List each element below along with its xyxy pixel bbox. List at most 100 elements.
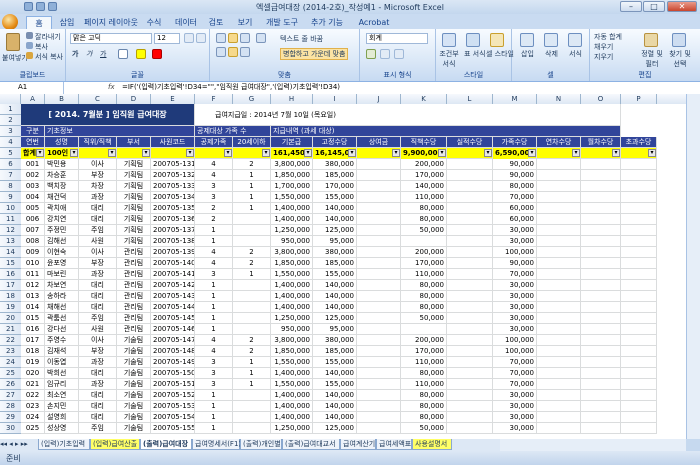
paste-icon[interactable] [6, 33, 20, 51]
table-cell[interactable]: 200705-150 [151, 368, 195, 379]
delete-cells-icon[interactable] [544, 33, 558, 47]
filter-cell[interactable]: ▾ [357, 148, 401, 159]
table-cell[interactable]: 200,000 [401, 247, 447, 258]
table-cell[interactable]: 관리팀 [117, 258, 151, 269]
table-cell[interactable]: 110,000 [401, 192, 447, 203]
table-cell[interactable] [447, 313, 493, 324]
column-header[interactable]: F [195, 94, 233, 104]
table-cell[interactable]: 주임 [79, 423, 117, 434]
table-cell[interactable]: 018 [21, 346, 45, 357]
table-cell[interactable]: 1,850,000 [271, 258, 313, 269]
table-cell[interactable]: 차장 [79, 181, 117, 192]
column-label[interactable]: 연번 [21, 137, 45, 148]
table-cell[interactable]: 70,000 [493, 269, 537, 280]
shrink-font-icon[interactable] [196, 33, 206, 43]
filter-cell[interactable]: ▾ [117, 148, 151, 159]
grow-font-icon[interactable] [184, 33, 194, 43]
table-cell[interactable]: 80,000 [401, 291, 447, 302]
table-cell[interactable]: 1 [195, 423, 233, 434]
table-cell[interactable]: 3 [195, 368, 233, 379]
row-header[interactable]: 15 [0, 258, 21, 269]
align-middle-icon[interactable] [228, 33, 238, 43]
table-cell[interactable]: 손지민 [45, 401, 79, 412]
row-header[interactable]: 27 [0, 390, 21, 401]
table-cell[interactable]: 50,000 [401, 423, 447, 434]
table-cell[interactable] [581, 313, 621, 324]
table-cell[interactable]: 2 [233, 247, 271, 258]
table-cell[interactable]: 30,000 [493, 280, 537, 291]
table-cell[interactable]: 200705-146 [151, 324, 195, 335]
column-label[interactable]: 실적수당 [447, 137, 493, 148]
tab-developer[interactable]: 개발 도구 [262, 16, 302, 29]
table-cell[interactable] [447, 269, 493, 280]
table-cell[interactable] [621, 203, 657, 214]
table-cell[interactable]: 주임 [79, 313, 117, 324]
table-cell[interactable]: 채건덕 [45, 192, 79, 203]
table-cell[interactable]: 2 [233, 258, 271, 269]
filter-dropdown-icon[interactable]: ▾ [36, 149, 44, 157]
table-cell[interactable]: 140,000 [313, 214, 357, 225]
table-cell[interactable] [357, 401, 401, 412]
table-cell[interactable]: 1,400,000 [271, 214, 313, 225]
table-cell[interactable]: 950,000 [271, 236, 313, 247]
table-cell[interactable]: 140,000 [313, 291, 357, 302]
table-cell[interactable]: 대리 [79, 412, 117, 423]
table-cell[interactable]: 1 [233, 379, 271, 390]
table-cell[interactable]: 155,000 [313, 192, 357, 203]
table-cell[interactable]: 대리 [79, 280, 117, 291]
table-cell[interactable]: 강다선 [45, 324, 79, 335]
table-cell[interactable]: 1,400,000 [271, 412, 313, 423]
column-header[interactable]: C [79, 94, 117, 104]
tab-addins[interactable]: 추가 기능 [306, 16, 348, 29]
table-cell[interactable]: 대리 [79, 401, 117, 412]
filter-dropdown-icon[interactable]: ▾ [392, 149, 400, 157]
table-cell[interactable] [621, 368, 657, 379]
column-label[interactable]: 월차수당 [581, 137, 621, 148]
table-cell[interactable]: 80,000 [401, 401, 447, 412]
table-cell[interactable]: 3 [195, 357, 233, 368]
table-cell[interactable]: 대리 [79, 302, 117, 313]
tab-insert[interactable]: 삽입 [54, 16, 80, 29]
table-cell[interactable]: 기술팀 [117, 335, 151, 346]
table-cell[interactable]: 1,400,000 [271, 390, 313, 401]
table-cell[interactable] [357, 390, 401, 401]
table-cell[interactable] [447, 291, 493, 302]
table-cell[interactable]: 차승훈 [45, 170, 79, 181]
table-cell[interactable]: 006 [21, 214, 45, 225]
table-cell[interactable] [447, 423, 493, 434]
table-cell[interactable]: 024 [21, 412, 45, 423]
table-cell[interactable]: 80,000 [493, 181, 537, 192]
filter-dropdown-icon[interactable]: ▾ [528, 149, 536, 157]
table-cell[interactable] [537, 335, 581, 346]
table-cell[interactable] [537, 379, 581, 390]
table-cell[interactable]: 사원 [79, 324, 117, 335]
table-cell[interactable]: 010 [21, 258, 45, 269]
sort-filter-button[interactable]: 정렬 및 필터 [640, 49, 664, 69]
table-cell[interactable] [621, 192, 657, 203]
table-cell[interactable]: 30,000 [493, 291, 537, 302]
table-cell[interactable] [581, 412, 621, 423]
column-header[interactable]: E [151, 94, 195, 104]
table-cell[interactable]: 3 [195, 181, 233, 192]
office-button[interactable] [2, 14, 18, 30]
table-cell[interactable] [581, 203, 621, 214]
table-cell[interactable]: 기획팀 [117, 159, 151, 170]
row-header[interactable]: 17 [0, 280, 21, 291]
table-cell[interactable]: 140,000 [313, 280, 357, 291]
table-cell[interactable]: 003 [21, 181, 45, 192]
column-header[interactable]: P [621, 94, 657, 104]
merge-center-button[interactable]: 병합하고 가운데 맞춤 [280, 48, 349, 60]
table-cell[interactable] [621, 247, 657, 258]
column-header[interactable]: A [21, 94, 45, 104]
table-cell[interactable] [357, 302, 401, 313]
column-label[interactable]: 사원코드 [151, 137, 195, 148]
table-cell[interactable] [621, 346, 657, 357]
table-cell[interactable]: 110,000 [401, 379, 447, 390]
table-cell[interactable]: 100,000 [493, 335, 537, 346]
table-cell[interactable]: 1 [195, 313, 233, 324]
table-cell[interactable] [233, 236, 271, 247]
sheet-tab[interactable]: 급여계산기 [340, 439, 376, 450]
table-cell[interactable]: 008 [21, 236, 45, 247]
table-cell[interactable]: 곽툼선 [45, 313, 79, 324]
table-cell[interactable]: 1 [233, 357, 271, 368]
